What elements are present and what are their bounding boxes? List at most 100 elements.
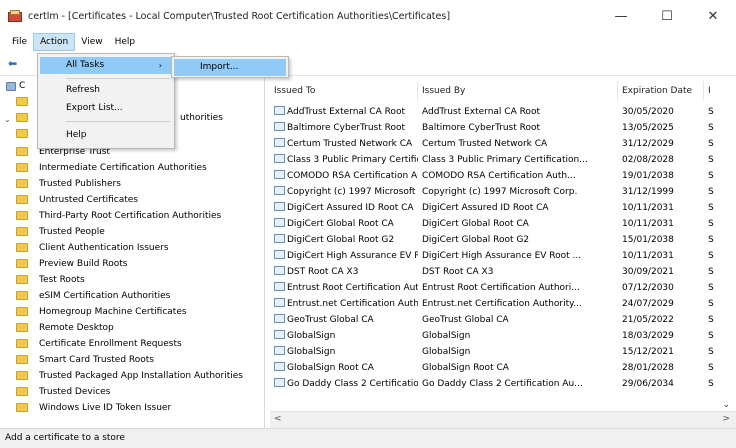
close-button[interactable]: ✕ — [690, 0, 736, 32]
tree-item-hidden-2[interactable] — [16, 111, 39, 124]
cell-intended-purposes: S — [708, 202, 736, 215]
tree-item[interactable]: Remote Desktop — [16, 321, 114, 334]
cell-expiration-date: 15/01/2038 — [622, 234, 704, 247]
tree-item-hidden-1[interactable] — [16, 95, 39, 108]
cell-text: DigiCert Global Root CA — [287, 219, 394, 229]
tree-item[interactable]: Third-Party Root Certification Authoriti… — [16, 209, 221, 222]
horizontal-scrollbar[interactable]: < > — [270, 411, 736, 428]
menu-item-help[interactable]: Help — [40, 127, 172, 144]
cell-text: Certum Trusted Network CA — [287, 139, 413, 149]
table-row[interactable]: DST Root CA X3 DST Root CA X3 30/09/2021 S — [270, 266, 736, 279]
tree-item-label: Certificate Enrollment Requests — [39, 338, 182, 349]
column-header-expiration-date[interactable]: Expiration Date — [618, 81, 704, 101]
folder-icon — [16, 179, 28, 188]
menu-help[interactable]: Help — [109, 33, 142, 51]
cell-text: COMODO RSA Certification Auth... — [422, 171, 576, 181]
table-row[interactable]: Go Daddy Class 2 Certification ... Go Dad… — [270, 378, 736, 391]
folder-icon — [16, 307, 28, 316]
table-row[interactable]: Certum Trusted Network CA Certum Trusted … — [270, 138, 736, 151]
table-row[interactable]: COMODO RSA Certification Au... COMODO RSA… — [270, 170, 736, 183]
table-row[interactable]: Entrust.net Certification Author... Entru… — [270, 298, 736, 311]
table-row[interactable]: GlobalSign GlobalSign 15/12/2021 S — [270, 346, 736, 359]
cell-expiration-date: 31/12/1999 — [622, 186, 704, 199]
tree-item[interactable]: Test Roots — [16, 273, 85, 286]
chevron-down-icon[interactable]: ⌄ — [4, 115, 11, 124]
tree-item[interactable]: Trusted People — [16, 225, 105, 238]
certificate-icon — [274, 346, 285, 355]
cell-text: AddTrust External CA Root — [287, 107, 405, 117]
menu-action[interactable]: Action — [33, 33, 76, 51]
cell-issued-to: DST Root CA X3 — [274, 266, 418, 279]
table-row[interactable]: GeoTrust Global CA GeoTrust Global CA 21/0… — [270, 314, 736, 327]
back-arrow-icon[interactable]: ⬅ — [8, 57, 17, 70]
folder-icon — [16, 259, 28, 268]
tree-item[interactable]: Trusted Devices — [16, 385, 110, 398]
cell-intended-purposes: S — [708, 266, 736, 279]
column-header-issued-by[interactable]: Issued By — [418, 81, 618, 101]
menu-file[interactable]: File — [6, 33, 33, 51]
cell-intended-purposes: S — [708, 218, 736, 231]
table-row[interactable]: Copyright (c) 1997 Microsoft C... Copyrig… — [270, 186, 736, 199]
cell-issued-by: DigiCert Assured ID Root CA — [422, 202, 618, 215]
cell-text: DigiCert High Assurance EV Root ... — [422, 251, 582, 261]
table-row[interactable]: DigiCert Global Root CA DigiCert Global R… — [270, 218, 736, 231]
tree-item[interactable]: Trusted Publishers — [16, 177, 121, 190]
tree-item-label: Test Roots — [39, 274, 85, 285]
table-row[interactable]: DigiCert Assured ID Root CA DigiCert Assu… — [270, 202, 736, 215]
tree-item[interactable]: Smart Card Trusted Roots — [16, 353, 154, 366]
title-bar: certlm - [Certificates - Local Computer\… — [0, 0, 736, 32]
cell-intended-purposes: S — [708, 298, 736, 311]
column-header-intended-purposes[interactable]: I — [704, 81, 736, 101]
tree-item[interactable]: Intermediate Certification Authorities — [16, 161, 207, 174]
tree-item[interactable]: Homegroup Machine Certificates — [16, 305, 187, 318]
scroll-right-arrow-icon[interactable]: > — [722, 414, 730, 424]
menu-item-import[interactable]: Import... — [174, 59, 286, 76]
table-row[interactable]: Baltimore CyberTrust Root Baltimore Cyber… — [270, 122, 736, 135]
tree-item[interactable]: Windows Live ID Token Issuer — [16, 401, 171, 414]
cell-text: 07/12/2030 — [622, 283, 674, 293]
menu-view[interactable]: View — [75, 33, 108, 51]
menu-item-export-list[interactable]: Export List... — [40, 100, 172, 117]
cell-issued-to: DigiCert High Assurance EV Ro... — [274, 250, 418, 263]
table-row[interactable]: Class 3 Public Primary Certificat... Clas… — [270, 154, 736, 167]
certificate-icon — [274, 186, 285, 195]
tree-root[interactable]: C — [6, 81, 25, 91]
table-row[interactable]: DigiCert High Assurance EV Ro... DigiCert… — [270, 250, 736, 263]
cell-text: S — [708, 171, 714, 181]
cell-issued-by: GlobalSign Root CA — [422, 362, 618, 375]
scroll-left-arrow-icon[interactable]: < — [274, 414, 282, 424]
maximize-button[interactable]: ☐ — [644, 0, 690, 32]
tree-item[interactable]: Trusted Packaged App Installation Author… — [16, 369, 243, 382]
tree-item[interactable]: Certificate Enrollment Requests — [16, 337, 182, 350]
minimize-button[interactable]: — — [598, 0, 644, 32]
tree-item[interactable]: Client Authentication Issuers — [16, 241, 169, 254]
folder-icon — [16, 211, 28, 220]
cell-expiration-date: 10/11/2031 — [622, 202, 704, 215]
table-row[interactable]: AddTrust External CA Root AddTrust Extern… — [270, 106, 736, 119]
table-row[interactable]: DigiCert Global Root G2 DigiCert Global R… — [270, 234, 736, 247]
cell-text: 10/11/2031 — [622, 251, 674, 261]
status-bar: Add a certificate to a store — [0, 428, 736, 448]
menu-separator — [66, 121, 170, 122]
tree-item-hidden-3[interactable] — [16, 127, 39, 140]
tree-item[interactable]: Untrusted Certificates — [16, 193, 138, 206]
tree-item[interactable]: eSIM Certification Authorities — [16, 289, 170, 302]
cell-text: S — [708, 155, 714, 165]
menu-item-all-tasks[interactable]: All Tasks › — [40, 57, 172, 74]
cell-text: S — [708, 283, 714, 293]
menu-item-refresh[interactable]: Refresh — [40, 82, 172, 99]
cell-expiration-date: 21/05/2022 — [622, 314, 704, 327]
cell-text: S — [708, 347, 714, 357]
certificate-icon — [274, 362, 285, 371]
column-header-issued-to[interactable]: Issued To — [270, 81, 418, 101]
scroll-down-arrow-icon[interactable]: ⌄ — [722, 400, 730, 410]
tree-item[interactable]: Preview Build Roots — [16, 257, 127, 270]
computer-icon — [6, 81, 16, 91]
table-row[interactable]: GlobalSign Root CA GlobalSign Root CA 28/0… — [270, 362, 736, 375]
folder-icon — [16, 227, 28, 236]
certificate-icon — [274, 330, 285, 339]
cell-text: 10/11/2031 — [622, 203, 674, 213]
table-row[interactable]: Entrust Root Certification Auth... Entrus… — [270, 282, 736, 295]
cell-expiration-date: 19/01/2038 — [622, 170, 704, 183]
table-row[interactable]: GlobalSign GlobalSign 18/03/2029 S — [270, 330, 736, 343]
